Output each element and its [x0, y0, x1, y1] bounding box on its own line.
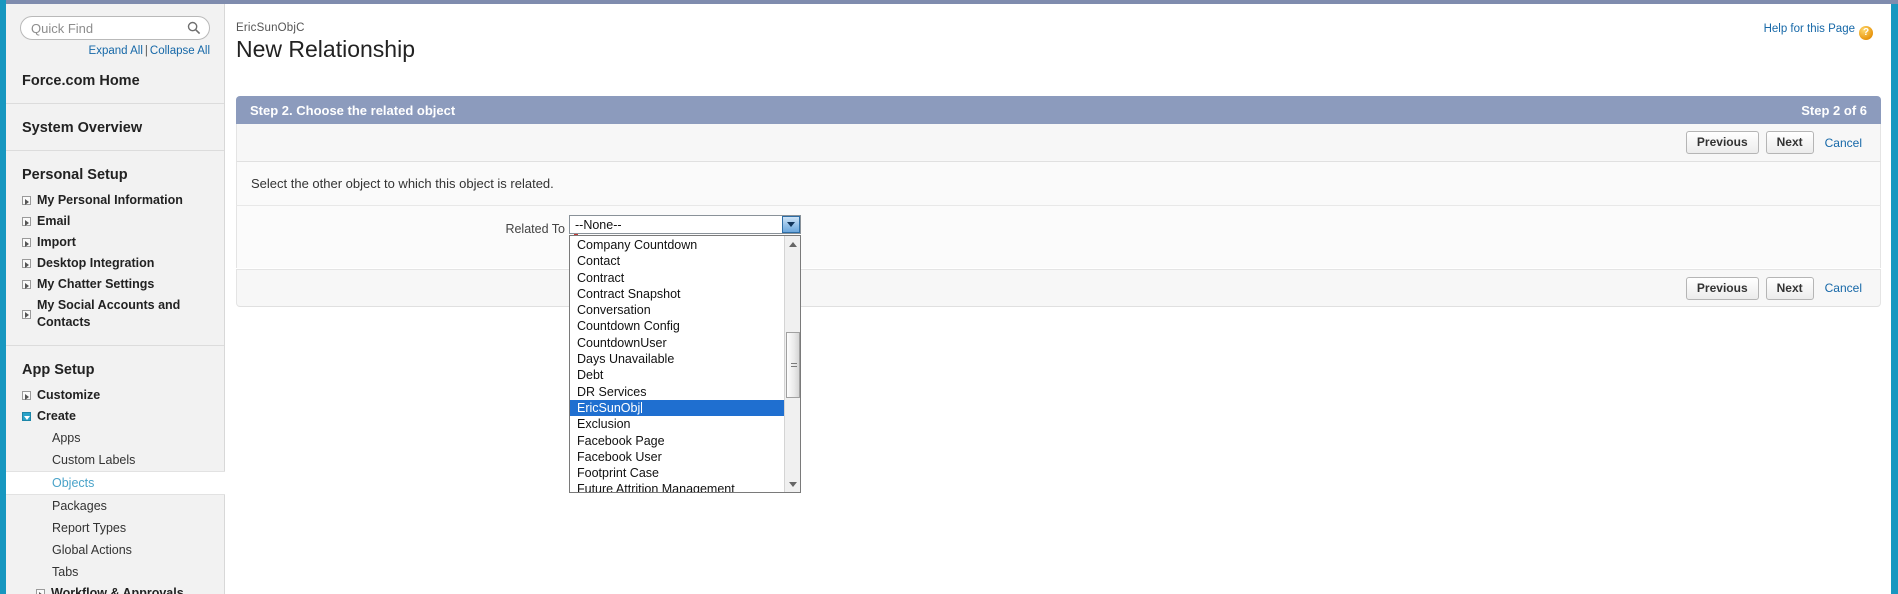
triangle-right-icon[interactable]: [22, 280, 31, 289]
triangle-right-icon[interactable]: [36, 589, 45, 594]
select-option[interactable]: Contact: [570, 253, 785, 269]
help-question-icon[interactable]: ?: [1859, 26, 1873, 40]
step-header-bar: Step 2. Choose the related object Step 2…: [236, 96, 1881, 124]
sidebar-item-custom-labels[interactable]: Custom Labels: [6, 449, 224, 471]
select-option[interactable]: Countdown Config: [570, 318, 785, 334]
breadcrumb: EricSunObjC: [236, 22, 305, 34]
scrollbar-thumb[interactable]: [786, 332, 800, 398]
page-root: Expand All|Collapse All Force.com Home S…: [0, 0, 1898, 594]
select-option[interactable]: Contract Snapshot: [570, 286, 785, 302]
help-link-label: Help for this Page: [1763, 23, 1855, 35]
select-option[interactable]: DR Services: [570, 384, 785, 400]
select-option[interactable]: Contract: [570, 270, 785, 286]
sidebar-item-label: Desktop Integration: [37, 256, 155, 270]
sidebar-item-apps[interactable]: Apps: [6, 427, 224, 449]
sidebar-item-email[interactable]: Email: [6, 211, 224, 232]
select-option[interactable]: Future Attrition Management: [570, 481, 785, 492]
page-title: New Relationship: [236, 36, 415, 62]
next-button[interactable]: Next: [1765, 131, 1814, 154]
previous-button[interactable]: Previous: [1685, 276, 1759, 300]
sidebar-item-my-social-accounts-and-contacts[interactable]: My Social Accounts and Contacts: [6, 295, 224, 333]
select-option[interactable]: CountdownUser: [570, 335, 785, 351]
sidebar-item-force-com-home[interactable]: Force.com Home: [6, 57, 224, 104]
select-selected-value: --None--: [575, 217, 622, 232]
link-separator: |: [144, 45, 148, 57]
select-option[interactable]: Facebook User: [570, 449, 785, 465]
search-icon: [187, 21, 201, 38]
sidebar-group-app-setup: App Setup: [22, 362, 95, 378]
previous-button[interactable]: Previous: [1685, 131, 1759, 154]
cancel-link[interactable]: Cancel: [1821, 281, 1866, 295]
cancel-link[interactable]: Cancel: [1821, 136, 1866, 150]
triangle-right-icon[interactable]: [22, 309, 31, 319]
sidebar-item-my-chatter-settings[interactable]: My Chatter Settings: [6, 274, 224, 295]
select-option[interactable]: Debt: [570, 367, 785, 383]
expand-collapse-links: Expand All | Collapse All: [6, 40, 224, 57]
sidebar-item-desktop-integration[interactable]: Desktop Integration: [6, 253, 224, 274]
main-content: EricSunObjC New Relationship Help for th…: [226, 4, 1891, 594]
sidebar-item-import[interactable]: Import: [6, 232, 224, 253]
select-option[interactable]: Company Countdown: [570, 237, 785, 253]
select-option[interactable]: Facebook Page: [570, 433, 785, 449]
select-option[interactable]: EricSunObj: [570, 399, 785, 417]
related-to-field-row: Related To: [236, 206, 1881, 268]
scroll-down-arrow-icon[interactable]: [785, 476, 800, 492]
collapse-all-link[interactable]: Collapse All: [150, 45, 210, 57]
sidebar-item-packages[interactable]: Packages: [6, 495, 224, 517]
sidebar-group-personal-setup: Personal Setup: [22, 167, 128, 183]
instruction-text: Select the other object to which this ob…: [236, 162, 1881, 206]
related-to-label: Related To: [505, 222, 565, 236]
sidebar-item-workflow-and-approvals[interactable]: Workflow & Approvals: [6, 583, 224, 594]
related-to-select[interactable]: --None-- Company Countdown Contact Contrac…: [569, 215, 801, 493]
search-input[interactable]: [29, 19, 201, 37]
option-list[interactable]: Company Countdown Contact Contract Contract…: [570, 236, 785, 492]
content-filler: [236, 307, 1881, 594]
sidebar-item-system-overview[interactable]: System Overview: [6, 104, 224, 151]
sidebar-item-label: Create: [37, 409, 76, 423]
sidebar-item-global-actions[interactable]: Global Actions: [6, 539, 224, 561]
sidebar-item-customize[interactable]: Customize: [6, 385, 224, 406]
triangle-right-icon[interactable]: [22, 391, 31, 400]
select-option-listbox[interactable]: Company Countdown Contact Contract Contract…: [569, 235, 801, 493]
sidebar-item-label: My Social Accounts and Contacts: [37, 298, 181, 329]
next-button[interactable]: Next: [1765, 276, 1814, 300]
sidebar-item-tabs[interactable]: Tabs: [6, 561, 224, 583]
sidebar-item-create[interactable]: Create: [6, 406, 224, 427]
step-heading: Step 2. Choose the related object: [250, 102, 456, 118]
sidebar-item-label: Email: [37, 214, 71, 228]
sidebar-item-label: Workflow & Approvals: [51, 586, 184, 594]
sidebar-item-label: Customize: [37, 388, 101, 402]
quick-find-box[interactable]: [20, 16, 210, 40]
sidebar-item-label: Import: [37, 235, 76, 249]
select-option[interactable]: Exclusion: [570, 416, 785, 432]
triangle-down-icon[interactable]: [22, 412, 31, 421]
sidebar-item-my-personal-information[interactable]: My Personal Information: [6, 190, 224, 211]
listbox-scrollbar[interactable]: [784, 236, 800, 492]
select-display-value-box[interactable]: --None--: [569, 215, 801, 234]
triangle-right-icon[interactable]: [22, 238, 31, 247]
expand-all-link[interactable]: Expand All: [89, 45, 143, 57]
text-caret: [641, 401, 643, 413]
triangle-right-icon[interactable]: [22, 196, 31, 205]
sidebar-item-label: My Chatter Settings: [37, 277, 155, 291]
help-for-this-page-link[interactable]: Help for this Page?: [1764, 23, 1873, 40]
scroll-up-arrow-icon[interactable]: [785, 236, 800, 252]
action-button-row-bottom: Previous Next Cancel: [236, 269, 1881, 307]
step-counter: Step 2 of 6: [1801, 102, 1867, 118]
sidebar-item-report-types[interactable]: Report Types: [6, 517, 224, 539]
select-option[interactable]: Days Unavailable: [570, 351, 785, 367]
setup-sidebar: Expand All|Collapse All Force.com Home S…: [6, 4, 225, 594]
quick-find-wrapper: [6, 4, 224, 40]
triangle-right-icon[interactable]: [22, 217, 31, 226]
right-accent-strip: [1891, 4, 1898, 594]
select-option[interactable]: Conversation: [570, 302, 785, 318]
chevron-down-icon[interactable]: [782, 216, 800, 233]
sidebar-item-objects[interactable]: Objects: [6, 471, 225, 495]
select-option[interactable]: Footprint Case: [570, 465, 785, 481]
action-button-row-top: Previous Next Cancel: [236, 124, 1881, 162]
triangle-right-icon[interactable]: [22, 259, 31, 268]
sidebar-item-label: My Personal Information: [37, 193, 183, 207]
